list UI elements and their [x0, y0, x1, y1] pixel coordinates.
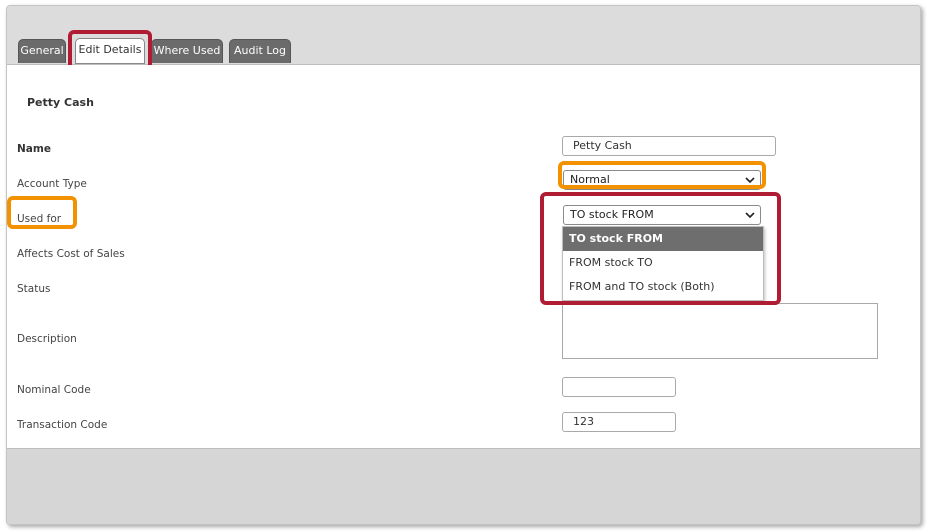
- transaction-code-label: Transaction Code: [17, 419, 108, 431]
- account-type-label: Account Type: [17, 178, 87, 190]
- description-textarea[interactable]: [562, 303, 878, 359]
- nominal-code-label: Nominal Code: [17, 384, 91, 396]
- name-input[interactable]: Petty Cash: [562, 136, 776, 156]
- affects-cost-of-sales-label: Affects Cost of Sales: [17, 248, 125, 260]
- chevron-down-icon: [745, 177, 755, 184]
- tab-where-used[interactable]: Where Used: [151, 39, 223, 63]
- used-for-dropdown-list: TO stock FROM FROM stock TO FROM and TO …: [562, 226, 764, 301]
- name-label: Name: [17, 143, 51, 155]
- dropdown-option[interactable]: FROM and TO stock (Both): [563, 275, 763, 299]
- account-type-value: Normal: [570, 173, 610, 186]
- record-window: General Edit Details Where Used Audit Lo…: [6, 5, 921, 525]
- page-title: Petty Cash: [27, 96, 94, 109]
- tab-audit-log[interactable]: Audit Log: [229, 39, 291, 63]
- edit-details-panel: Petty Cash Name Petty Cash Account Type …: [7, 65, 920, 448]
- tab-general[interactable]: General: [18, 39, 66, 63]
- footer-bar: [7, 448, 920, 524]
- account-type-select[interactable]: Normal: [563, 170, 761, 190]
- dropdown-option[interactable]: FROM stock TO: [563, 251, 763, 275]
- used-for-value: TO stock FROM: [570, 208, 654, 221]
- transaction-code-input[interactable]: 123: [562, 412, 676, 432]
- used-for-select[interactable]: TO stock FROM: [563, 205, 761, 225]
- dropdown-option[interactable]: TO stock FROM: [563, 227, 763, 251]
- used-for-label: Used for: [17, 213, 62, 225]
- nominal-code-input[interactable]: [562, 377, 676, 397]
- status-label: Status: [17, 283, 51, 295]
- tab-edit-details[interactable]: Edit Details: [75, 38, 145, 64]
- chevron-down-icon: [745, 212, 755, 219]
- description-label: Description: [17, 333, 77, 345]
- tab-bar: General Edit Details Where Used Audit Lo…: [7, 6, 920, 65]
